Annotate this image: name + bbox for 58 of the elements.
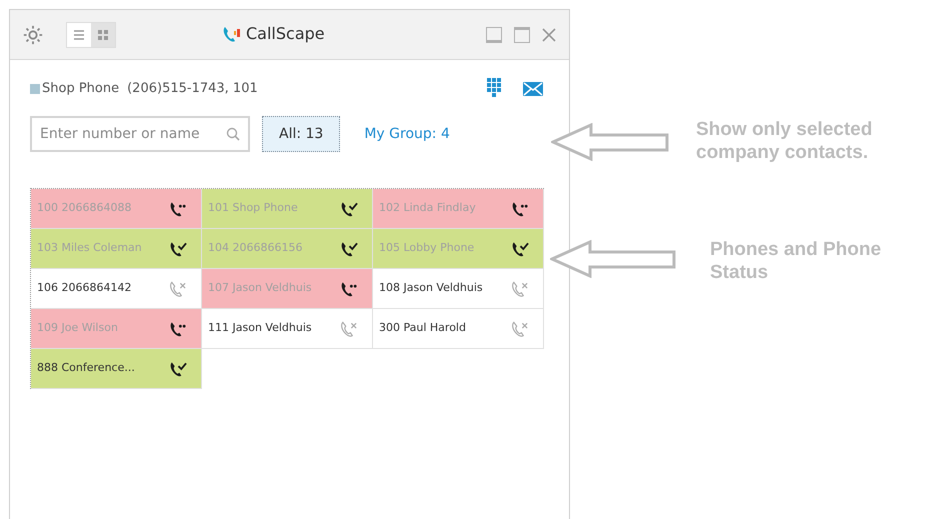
phone-tile[interactable]: 108 Jason Veldhuis [373, 269, 544, 309]
phone-label: 108 Jason Veldhuis [379, 280, 483, 296]
phone-check-icon [340, 240, 358, 258]
phone-x-icon [511, 320, 529, 338]
phone-tile[interactable]: 300 Paul Harold [373, 309, 544, 349]
grid-view-button[interactable] [91, 22, 115, 46]
phone-tile[interactable]: 103 Miles Coleman [31, 229, 202, 269]
search-field[interactable]: Enter number or name [30, 116, 250, 152]
account-name: Shop Phone [42, 80, 120, 98]
phone-x-icon [511, 280, 529, 298]
settings-icon[interactable] [22, 24, 44, 46]
phone-tile[interactable]: 106 2066864142 [31, 269, 202, 309]
phone-tile[interactable]: 111 Jason Veldhuis [202, 309, 373, 349]
phone-busy-icon [511, 200, 529, 218]
window-title: CallScape [246, 23, 325, 45]
phone-tile[interactable]: 101 Shop Phone [202, 189, 373, 229]
list-view-button[interactable] [67, 22, 91, 46]
phone-busy-icon [340, 280, 358, 298]
account-number: (206)515-1743, 101 [127, 80, 258, 98]
phone-label: 109 Joe Wilson [37, 320, 118, 336]
phone-label: 102 Linda Findlay [379, 200, 476, 216]
minimize-icon[interactable] [485, 26, 503, 44]
phone-label: 100 2066864088 [37, 200, 132, 216]
phone-check-icon [169, 360, 187, 378]
filter-tab[interactable]: My Group: 4 [340, 116, 474, 152]
phone-x-icon [169, 280, 187, 298]
phone-busy-icon [169, 320, 187, 338]
phone-tile[interactable]: 100 2066864088 [31, 189, 202, 229]
phone-label: 106 2066864142 [37, 280, 132, 296]
phone-label: 107 Jason Veldhuis [208, 280, 312, 296]
phone-label: 111 Jason Veldhuis [208, 320, 312, 336]
phone-tile[interactable]: 109 Joe Wilson [31, 309, 202, 349]
annotation-text: Show only selected company contacts. [696, 118, 874, 164]
filter-tab[interactable]: All: 13 [262, 116, 340, 152]
phone-tile[interactable]: 104 2066866156 [202, 229, 373, 269]
phone-label: 104 2066866156 [208, 240, 302, 256]
phone-label: 103 Miles Coleman [37, 240, 142, 256]
mail-icon[interactable] [523, 82, 543, 96]
phone-tile[interactable]: 105 Lobby Phone [373, 229, 544, 269]
phone-check-icon [511, 240, 529, 258]
phone-x-icon [340, 320, 358, 338]
dialpad-icon[interactable] [487, 78, 501, 100]
phone-label: 888 Conference... [37, 360, 135, 376]
maximize-icon[interactable] [513, 26, 531, 44]
annotation-text: Phones and Phone Status [710, 238, 882, 284]
phone-check-icon [169, 240, 187, 258]
phone-check-icon [340, 200, 358, 218]
phone-tile[interactable]: 107 Jason Veldhuis [202, 269, 373, 309]
logo-icon [222, 25, 242, 43]
phone-busy-icon [169, 200, 187, 218]
phone-tile[interactable]: 102 Linda Findlay [373, 189, 544, 229]
status-square-icon [30, 84, 40, 94]
search-icon [226, 127, 240, 141]
phone-label: 300 Paul Harold [379, 320, 466, 336]
phone-label: 105 Lobby Phone [379, 240, 474, 256]
phone-label: 101 Shop Phone [208, 200, 298, 216]
phone-tile[interactable]: 888 Conference... [31, 349, 202, 389]
close-icon[interactable] [541, 26, 557, 42]
